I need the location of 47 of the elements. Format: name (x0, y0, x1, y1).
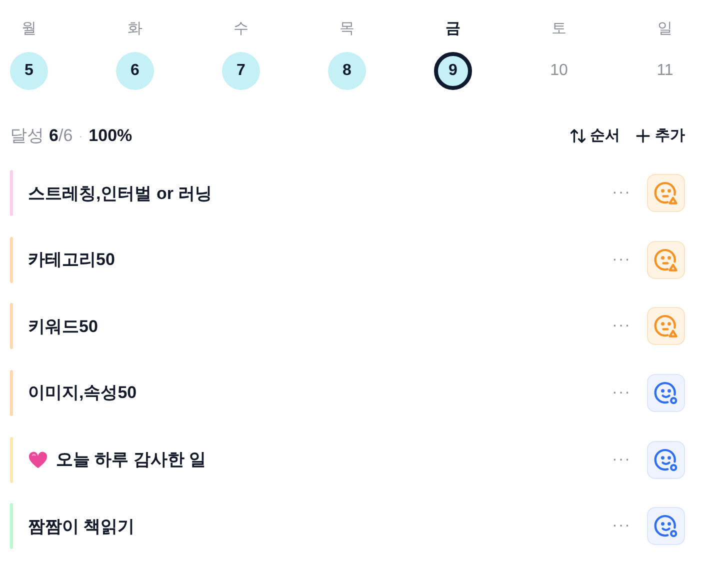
mood-button[interactable] (647, 374, 685, 412)
plus-icon (634, 127, 652, 145)
sort-arrows-icon (569, 127, 587, 145)
mood-button[interactable] (647, 440, 685, 479)
mood-button[interactable] (647, 307, 685, 346)
add-button[interactable]: 추가 (634, 124, 685, 148)
mood-button[interactable] (647, 240, 685, 279)
mood-button[interactable] (647, 174, 685, 212)
date-button[interactable]: 6 (116, 52, 154, 90)
face-smile-icon (653, 380, 679, 406)
percent-text: 100% (88, 125, 132, 148)
task-title: 스트레칭,인터벌 or 러닝 (28, 182, 212, 205)
weekday-label: 금 (446, 19, 460, 39)
date-button[interactable]: 7 (222, 52, 260, 90)
weekday-label: 토 (552, 19, 566, 39)
date-button[interactable]: 11 (646, 52, 684, 90)
weekday-label: 수 (234, 19, 248, 39)
more-button[interactable]: ··· (612, 381, 631, 406)
date-button[interactable]: 10 (540, 52, 578, 90)
done-count: 6 (49, 125, 58, 148)
date-button[interactable]: 5 (10, 52, 48, 90)
mood-button[interactable] (647, 507, 685, 546)
weekday-label: 월 (22, 19, 36, 39)
task-title: 카테고리50 (28, 249, 115, 272)
weekday-label: 일 (658, 19, 672, 39)
task-title: 이미지,속성50 (28, 382, 137, 404)
total-count: /6 (58, 125, 73, 148)
date-button[interactable]: 8 (328, 52, 366, 90)
task-title: 오늘 하루 감사한 일 (56, 448, 206, 471)
weekday-label: 화 (128, 19, 142, 39)
sort-button[interactable]: 순서 (569, 124, 620, 148)
face-smile-icon (653, 446, 679, 473)
more-button[interactable]: ··· (612, 448, 631, 472)
achievement-label: 달성 (10, 125, 44, 148)
task-title: 짬짬이 책읽기 (28, 516, 135, 538)
more-button[interactable]: ··· (612, 248, 631, 272)
face-warning-icon (653, 313, 679, 340)
more-button[interactable]: ··· (612, 514, 631, 538)
face-warning-icon (653, 180, 679, 206)
face-warning-icon (653, 246, 679, 273)
weekday-label: 목 (340, 19, 354, 39)
date-button[interactable]: 9 (434, 52, 472, 90)
face-smile-icon (653, 513, 679, 540)
task-title: 키워드50 (28, 316, 98, 338)
separator-dot: · (78, 128, 83, 145)
more-button[interactable]: ··· (612, 314, 631, 338)
more-button[interactable]: ··· (612, 181, 631, 206)
